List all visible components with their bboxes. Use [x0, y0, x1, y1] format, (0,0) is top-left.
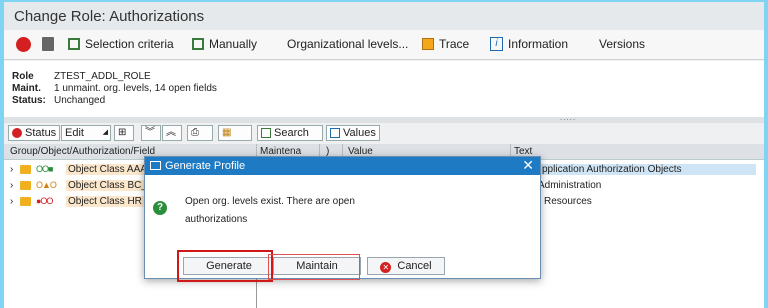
- dialog-window-icon: [150, 161, 161, 170]
- col-header-group: Group/Object/Authorization/Field: [10, 146, 156, 157]
- application-toolbar: Selection criteria Manually Organization…: [4, 30, 764, 60]
- question-icon: ?: [153, 201, 167, 215]
- title-bar: Change Role: Authorizations: [4, 2, 764, 30]
- role-row: Role ZTEST_ADDL_ROLE: [12, 71, 151, 82]
- maint-label: Maint.: [12, 83, 41, 94]
- edit-menu-button[interactable]: Edit ◢: [61, 125, 111, 141]
- tree-toolbar: Status Edit ◢ ⊞ ︾ ︽ ⎙ ▦ Search Values: [4, 123, 764, 143]
- tree-row-name: Object Class AAA: [66, 164, 149, 175]
- dialog-message: Open org. levels exist. There are open a…: [185, 196, 355, 225]
- close-icon[interactable]: ✕: [522, 157, 534, 174]
- org-levels-button[interactable]: Organizational levels...: [287, 37, 408, 51]
- role-label: Role: [12, 71, 34, 82]
- maintain-highlight-box: [268, 254, 360, 280]
- dropdown-icon: ◢: [102, 129, 108, 136]
- values-button[interactable]: Values: [326, 125, 380, 141]
- trace-icon: [422, 38, 434, 50]
- information-label: Information: [508, 37, 569, 51]
- add-list-icon: [192, 38, 204, 50]
- status-row: Status: Unchanged: [12, 95, 105, 106]
- values-icon: [330, 128, 340, 138]
- printer-icon: ⎙: [191, 127, 199, 138]
- manually-button[interactable]: Manually: [192, 37, 257, 51]
- role-header: Role ZTEST_ADDL_ROLE Maint. 1 unmaint. org…: [4, 61, 764, 117]
- cancel-icon: ✕: [380, 262, 392, 273]
- dialog-title: Generate Profile: [165, 160, 246, 172]
- cancel-button[interactable]: ✕ Cancel: [367, 257, 445, 275]
- display-change-button[interactable]: [16, 37, 31, 52]
- page-title: Change Role: Authorizations: [14, 8, 205, 25]
- versions-button[interactable]: Versions: [599, 37, 645, 51]
- cancel-button-label: Cancel: [397, 260, 432, 272]
- layout-button[interactable]: ▦: [218, 125, 252, 141]
- values-button-label: Values: [343, 127, 376, 139]
- tree-row-name: Object Class BC_: [66, 180, 149, 191]
- trash-icon: [42, 37, 54, 51]
- hierarchy-button[interactable]: ⊞: [114, 125, 134, 141]
- tree-row-text: pplication Authorization Objects: [504, 164, 756, 175]
- org-levels-label: Organizational levels...: [287, 37, 409, 51]
- tree-row-name: Object Class HR: [66, 196, 144, 207]
- expand-arrow-icon[interactable]: ›: [10, 196, 13, 207]
- selection-criteria-button[interactable]: Selection criteria: [68, 37, 174, 51]
- status-red-icon: [12, 128, 22, 138]
- status-lights-icon: O▲O: [36, 180, 57, 190]
- status-lights-icon: OO■: [36, 164, 53, 174]
- edit-button-label: Edit: [65, 127, 84, 139]
- maint-row: Maint. 1 unmaint. org. levels, 14 open fi…: [12, 83, 217, 94]
- folder-icon: [20, 165, 31, 174]
- search-button-label: Search: [274, 127, 309, 139]
- folder-icon: [20, 197, 31, 206]
- status-button-label: Status: [25, 127, 57, 139]
- collapse-all-button[interactable]: ︽: [162, 125, 182, 141]
- expand-arrow-icon[interactable]: ›: [10, 164, 13, 175]
- add-list-icon: [68, 38, 80, 50]
- tree-row-text: Resources: [544, 196, 592, 207]
- tree-row-text: Administration: [538, 180, 602, 191]
- manually-label: Manually: [209, 37, 258, 51]
- expand-all-button[interactable]: ︾: [141, 125, 161, 141]
- status-value: Unchanged: [54, 95, 106, 106]
- expand-arrow-icon[interactable]: ›: [10, 180, 13, 191]
- collapse-all-icon: ︽: [166, 127, 176, 138]
- dialog-title-bar: Generate Profile ✕: [145, 157, 540, 175]
- delete-button[interactable]: [42, 37, 54, 51]
- role-value: ZTEST_ADDL_ROLE: [54, 71, 151, 82]
- splitter-grip-icon: .....: [560, 113, 577, 122]
- maint-value: 1 unmaint. org. levels, 14 open fields: [54, 83, 217, 94]
- layout-icon: ▦: [222, 127, 232, 138]
- expand-all-icon: ︾: [145, 127, 155, 138]
- search-button[interactable]: Search: [257, 125, 323, 141]
- selection-criteria-label: Selection criteria: [85, 37, 174, 51]
- status-button[interactable]: Status: [8, 125, 61, 141]
- hierarchy-icon: ⊞: [118, 127, 127, 138]
- folder-icon: [20, 181, 31, 190]
- versions-label: Versions: [599, 37, 646, 51]
- status-lights-icon: ●OO: [36, 196, 53, 206]
- print-button[interactable]: ⎙: [187, 125, 213, 141]
- status-label: Status:: [12, 95, 46, 106]
- info-icon: i: [490, 37, 503, 51]
- trace-label: Trace: [439, 37, 470, 51]
- trace-button[interactable]: Trace: [422, 37, 469, 51]
- information-button[interactable]: i Information: [490, 37, 568, 51]
- generate-highlight-box: [177, 250, 273, 282]
- display-change-icon: [16, 37, 31, 52]
- search-list-icon: [261, 128, 271, 138]
